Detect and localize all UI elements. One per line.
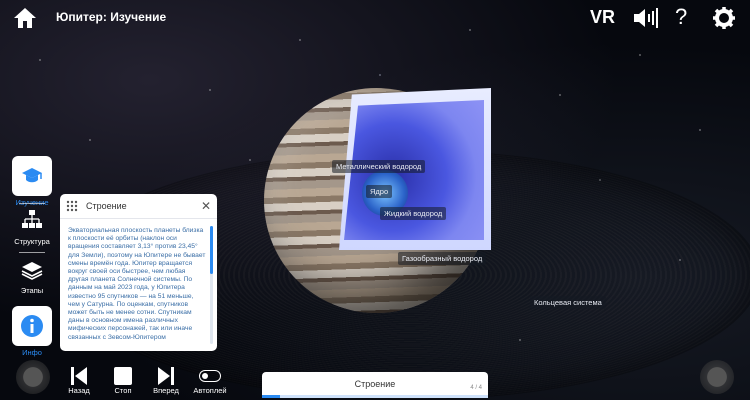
sidebar-item-label: Этапы [20, 286, 44, 295]
page-title: Юпитер: Изучение [56, 10, 167, 24]
vr-button[interactable]: VR [590, 7, 615, 28]
left-joystick[interactable] [16, 360, 50, 394]
close-icon[interactable]: ✕ [201, 199, 211, 213]
label-gaseous-hydrogen[interactable]: Газообразный водород [398, 252, 487, 265]
top-bar: Юпитер: Изучение VR ? [0, 0, 750, 36]
info-icon [21, 315, 43, 337]
info-panel: Строение ✕ Экваториальная плоскость план… [60, 194, 217, 351]
forward-button[interactable]: Вперед [148, 366, 184, 395]
scrollbar-thumb[interactable] [210, 226, 213, 274]
label-liquid-hydrogen[interactable]: Жидкий водород [380, 207, 447, 220]
gear-icon [713, 7, 735, 29]
label-metallic-hydrogen[interactable]: Металлический водород [332, 160, 426, 173]
sound-button[interactable] [632, 6, 658, 30]
skip-forward-icon [158, 367, 174, 385]
stop-button[interactable]: Стоп [108, 366, 138, 395]
home-icon [14, 8, 36, 28]
sidebar-item-explore[interactable]: Изучение [12, 156, 52, 207]
autoplay-toggle[interactable]: Автоплей [191, 366, 229, 395]
panel-scrollbar[interactable] [210, 226, 213, 344]
sidebar-item-info[interactable]: Инфо [12, 306, 52, 357]
toggle-switch-icon [199, 370, 221, 382]
settings-button[interactable] [712, 6, 736, 30]
panel-text: Экваториальная плоскость планеты близка … [68, 227, 206, 341]
back-button[interactable]: Назад [62, 366, 96, 395]
step-counter: 4 / 4 [470, 385, 482, 391]
panel-title: Строение [86, 201, 127, 211]
stop-icon [114, 367, 132, 385]
help-button[interactable]: ? [675, 4, 687, 30]
step-bar[interactable]: Строение 4 / 4 [262, 372, 488, 398]
skip-back-icon [71, 367, 87, 385]
forward-label: Вперед [153, 386, 179, 395]
step-progress-fill [262, 395, 281, 398]
label-ring-system[interactable]: Кольцевая система [530, 296, 606, 309]
step-title: Строение [354, 379, 396, 389]
sidebar-item-structure[interactable]: Структура [12, 203, 52, 246]
drag-handle-icon[interactable] [66, 200, 78, 212]
sidebar-item-stages[interactable]: Этапы [12, 256, 52, 295]
layers-icon [21, 262, 43, 280]
label-core[interactable]: Ядро [366, 185, 393, 198]
sidebar-item-label: Инфо [22, 348, 42, 357]
hierarchy-icon [22, 210, 42, 228]
sidebar-item-label: Структура [14, 237, 50, 246]
autoplay-label: Автоплей [193, 386, 227, 395]
graduation-cap-icon [22, 168, 42, 183]
sidebar-divider [19, 252, 45, 253]
step-progress [262, 395, 488, 398]
back-label: Назад [68, 386, 90, 395]
stop-label: Стоп [114, 386, 132, 395]
panel-header: Строение ✕ [60, 194, 217, 219]
home-button[interactable] [12, 6, 38, 30]
right-joystick[interactable] [700, 360, 734, 394]
speaker-icon [634, 8, 658, 28]
